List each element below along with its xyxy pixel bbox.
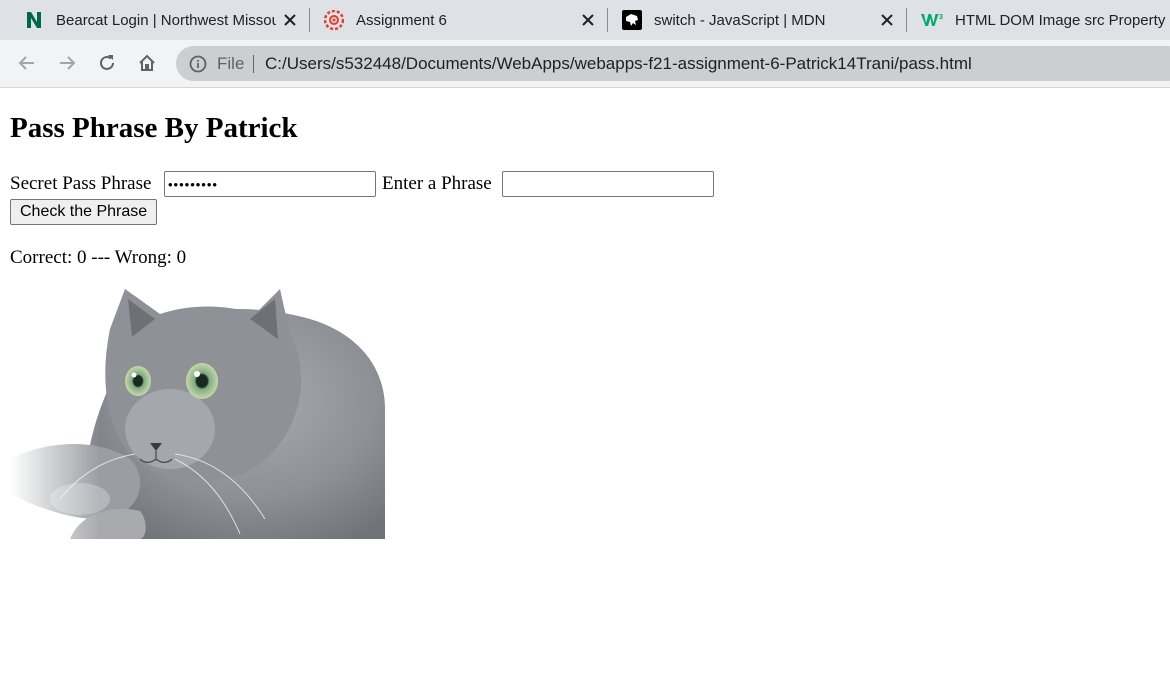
tab-w3schools-image-src[interactable]: 3 HTML DOM Image src Property	[907, 0, 1170, 40]
svg-text:3: 3	[939, 14, 943, 21]
reload-icon[interactable]	[94, 50, 120, 76]
northwest-n-icon	[24, 10, 44, 30]
tab-title: HTML DOM Image src Property	[955, 11, 1166, 29]
enter-phrase-input[interactable]	[502, 171, 714, 197]
page-title: Pass Phrase By Patrick	[10, 112, 298, 144]
tab-assignment-6[interactable]: Assignment 6	[310, 0, 606, 40]
address-bar[interactable]: File C:/Users/s532448/Documents/WebApps/…	[176, 46, 1170, 81]
close-tab-icon[interactable]	[578, 10, 598, 30]
tab-strip: Bearcat Login | Northwest Missou Assignm…	[0, 0, 1170, 40]
page-content: Pass Phrase By Patrick Secret Pass Phras…	[0, 88, 1170, 686]
check-phrase-button[interactable]: Check the Phrase	[10, 199, 158, 225]
close-tab-icon[interactable]	[280, 10, 300, 30]
close-tab-icon[interactable]	[877, 10, 897, 30]
home-icon[interactable]	[134, 50, 160, 76]
back-arrow-icon[interactable]	[14, 50, 40, 76]
tab-title: switch - JavaScript | MDN	[654, 11, 826, 29]
tab-bearcat-login[interactable]: Bearcat Login | Northwest Missou	[0, 0, 308, 40]
forward-arrow-icon[interactable]	[54, 50, 80, 76]
omnibox-divider	[253, 55, 254, 73]
w3schools-icon: 3	[921, 10, 943, 30]
mdn-dino-icon	[622, 10, 642, 30]
gray-cat-image	[10, 289, 385, 539]
score-text: Correct: 0 --- Wrong: 0	[10, 247, 187, 268]
info-icon[interactable]	[188, 54, 208, 74]
enter-phrase-label: Enter a Phrase	[382, 173, 492, 194]
secret-phrase-label: Secret Pass Phrase	[10, 173, 152, 194]
tab-title: Bearcat Login | Northwest Missou	[56, 11, 276, 29]
url-text[interactable]: C:/Users/s532448/Documents/WebApps/webap…	[265, 54, 972, 74]
tab-title: Assignment 6	[356, 11, 447, 29]
canvas-icon	[324, 10, 344, 30]
tab-mdn-switch[interactable]: switch - JavaScript | MDN	[608, 0, 905, 40]
file-scheme-label: File	[217, 54, 245, 73]
secret-phrase-input[interactable]	[164, 171, 376, 197]
browser-toolbar: File C:/Users/s532448/Documents/WebApps/…	[0, 40, 1170, 88]
